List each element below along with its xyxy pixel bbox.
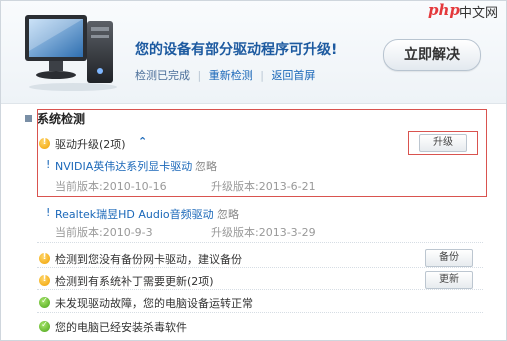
ok-icon: [39, 296, 50, 308]
ignore-link[interactable]: 忽略: [217, 206, 239, 222]
backup-button[interactable]: 备份: [425, 249, 473, 267]
logo-cn: 中文网: [459, 6, 499, 21]
check-label: 检测到您没有备份网卡驱动，建议备份: [55, 253, 242, 266]
upgrade-version: 升级版本:2013-3-29: [211, 226, 316, 239]
driver-panel: 您的设备有部分驱动程序可升级! 检测已完成 | 重新检测 | 返回首屏 立即解决…: [0, 0, 507, 341]
back-link[interactable]: 返回首屏: [271, 69, 315, 82]
fix-now-button[interactable]: 立即解决: [383, 39, 481, 71]
upgrade-version: 升级版本:2013-6-21: [211, 180, 316, 193]
status-divider: |: [197, 69, 202, 82]
status-text: 检测已完成: [135, 69, 190, 82]
ok-icon: [39, 320, 50, 332]
upgrade-button[interactable]: 升级: [419, 134, 467, 152]
logo-php: php: [428, 1, 460, 19]
divider: [37, 242, 483, 243]
check-label: 检测到有系统补丁需要更新(2项): [55, 275, 214, 288]
driver-name[interactable]: Realtek瑞昱HD Audio音频驱动: [55, 206, 214, 222]
driver-alert-icon: !: [46, 206, 51, 219]
recheck-link[interactable]: 重新检测: [209, 69, 253, 82]
divider: [37, 267, 483, 268]
watermark-logo: php 中文网: [426, 1, 506, 21]
check-label: 未发现驱动故障，您的电脑设备运转正常: [55, 297, 253, 310]
divider: [37, 289, 483, 290]
driver-alert-icon: !: [46, 158, 51, 171]
check-label: 您的电脑已经安装杀毒软件: [55, 321, 187, 334]
ignore-link[interactable]: 忽略: [195, 158, 217, 174]
warning-icon: [39, 137, 50, 149]
driver-name[interactable]: NVIDIA英伟达系列显卡驱动: [55, 158, 192, 174]
divider: [37, 312, 483, 313]
current-version: 当前版本:2010-10-16: [55, 180, 167, 193]
section-bullet-icon: [25, 115, 32, 122]
header-banner: 您的设备有部分驱动程序可升级! 检测已完成 | 重新检测 | 返回首屏 立即解决…: [1, 1, 506, 104]
monitor-illustration-icon: [25, 15, 117, 91]
status-divider: |: [260, 69, 264, 82]
warning-icon: [39, 274, 50, 286]
current-version: 当前版本:2010-9-3: [55, 226, 153, 239]
status-line: 检测已完成 | 重新检测 | 返回首屏: [135, 67, 315, 83]
update-button[interactable]: 更新: [425, 271, 473, 289]
upgrade-label: 驱动升级(2项): [55, 138, 126, 151]
headline: 您的设备有部分驱动程序可升级!: [135, 42, 338, 58]
collapse-up-icon[interactable]: ⌃: [138, 135, 147, 148]
warning-icon: [39, 252, 50, 264]
